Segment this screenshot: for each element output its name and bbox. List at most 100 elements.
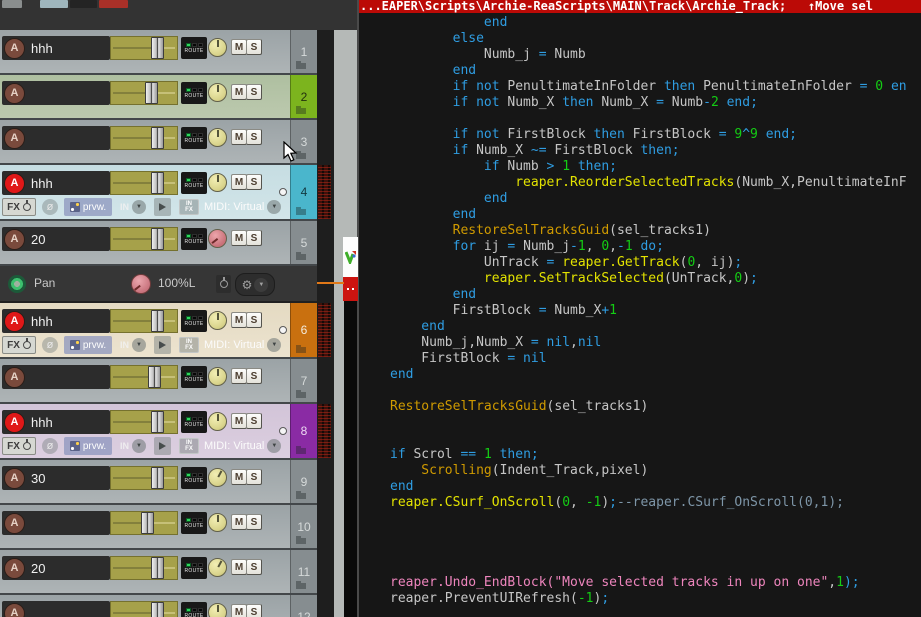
fader-handle[interactable] [151, 127, 165, 149]
fx-button[interactable]: FX [2, 336, 36, 354]
pan-knob[interactable] [208, 83, 227, 102]
track-row-11[interactable]: A 20 ROUTE M S 11 [0, 550, 317, 595]
track-letter-badge[interactable]: A [4, 411, 25, 433]
route-button[interactable]: ROUTE [181, 172, 207, 194]
fader-handle[interactable] [147, 366, 161, 388]
track-name-box[interactable]: A 20 [2, 556, 110, 580]
chevron-down-icon[interactable]: ▼ [254, 277, 269, 292]
pan-knob[interactable] [208, 173, 227, 192]
toolbar-button-3[interactable] [70, 0, 97, 8]
fader-handle[interactable] [151, 411, 165, 433]
prvw-button[interactable]: prvw. [64, 336, 112, 354]
mute-button[interactable]: M [231, 174, 247, 190]
solo-button[interactable]: S [246, 174, 262, 190]
fader-handle[interactable] [151, 172, 165, 194]
volume-fader[interactable] [110, 36, 178, 60]
fx-button[interactable]: FX [2, 198, 36, 216]
monitor-button[interactable] [154, 198, 171, 216]
track-number[interactable]: 12 [290, 595, 317, 617]
fader-handle[interactable] [151, 37, 165, 59]
track-number[interactable]: 10 [290, 505, 317, 548]
midi-dropdown-icon[interactable]: ▼ [267, 200, 282, 214]
route-button[interactable]: ROUTE [181, 82, 207, 104]
input-dropdown-icon[interactable]: ▼ [132, 439, 146, 453]
pan-knob[interactable] [208, 367, 227, 386]
track-number[interactable]: 11 [290, 550, 317, 593]
mute-button[interactable]: M [231, 559, 247, 575]
envelope-power-button[interactable] [216, 275, 231, 293]
gear-icon[interactable]: ⚙ [242, 279, 253, 291]
monitor-button[interactable] [154, 437, 171, 455]
fader-handle[interactable] [145, 82, 159, 104]
track-name-box[interactable]: A [2, 365, 110, 389]
toolbar-button-1[interactable] [2, 0, 22, 8]
route-button[interactable]: ROUTE [181, 602, 207, 617]
track-number[interactable]: 6 [290, 303, 317, 357]
route-button[interactable]: ROUTE [181, 557, 207, 579]
volume-fader[interactable] [110, 511, 178, 535]
pan-knob[interactable] [208, 128, 227, 147]
mute-button[interactable]: M [231, 39, 247, 55]
volume-fader[interactable] [110, 81, 178, 105]
solo-button[interactable]: S [246, 469, 262, 485]
volume-fader[interactable] [110, 309, 178, 333]
mute-button[interactable]: M [231, 514, 247, 530]
track-number[interactable]: 9 [290, 460, 317, 503]
solo-button[interactable]: S [246, 514, 262, 530]
pan-knob[interactable] [208, 603, 227, 617]
track-letter-badge[interactable]: A [4, 467, 25, 489]
pan-knob[interactable] [208, 468, 227, 487]
track-letter-badge[interactable]: A [4, 37, 25, 59]
input-fx-badge[interactable]: IN FX [179, 199, 199, 215]
solo-button[interactable]: S [246, 39, 262, 55]
track-row-7[interactable]: A ROUTE M S 7 [0, 359, 317, 404]
track-name-box[interactable]: Ahhh [2, 171, 110, 195]
track-row-2[interactable]: A ROUTE M S 2 [0, 75, 317, 120]
record-arm-circle[interactable] [279, 427, 287, 435]
fader-handle[interactable] [151, 310, 165, 332]
solo-button[interactable]: S [246, 604, 262, 617]
fader-handle[interactable] [151, 228, 165, 250]
solo-button[interactable]: S [246, 559, 262, 575]
mute-button[interactable]: M [231, 312, 247, 328]
input-dropdown-icon[interactable]: ▼ [132, 338, 146, 352]
track-number[interactable]: 8 [290, 404, 317, 458]
track-name-box[interactable]: A 30 [2, 466, 110, 490]
fader-handle[interactable] [151, 557, 165, 579]
fader-handle[interactable] [141, 512, 155, 534]
power-icon[interactable] [22, 203, 31, 211]
track-number[interactable]: 4 [290, 165, 317, 219]
track-letter-badge[interactable]: A [4, 228, 25, 250]
track-row-1[interactable]: Ahhh ROUTE M S 1 [0, 30, 317, 75]
editor-title-bar[interactable]: ...EAPER\Scripts\Archie-ReaScripts\MAIN\… [359, 0, 921, 13]
midi-dropdown-icon[interactable]: ▼ [267, 439, 282, 453]
volume-fader[interactable] [110, 227, 178, 251]
track-row-12[interactable]: A ROUTE M S 12 [0, 595, 317, 617]
mute-button[interactable]: M [231, 413, 247, 429]
toolbar-button-4[interactable] [99, 0, 128, 8]
input-dropdown-icon[interactable]: ▼ [132, 200, 146, 214]
code-area[interactable]: end else Numb_j = Numb end if not Penult… [390, 15, 921, 617]
fader-handle[interactable] [151, 602, 165, 617]
track-name-box[interactable]: A [2, 601, 110, 617]
track-letter-badge[interactable]: A [4, 366, 25, 388]
bypass-icon[interactable]: ø [42, 199, 58, 215]
solo-button[interactable]: S [246, 368, 262, 384]
volume-fader[interactable] [110, 171, 178, 195]
monitor-button[interactable] [154, 336, 171, 354]
input-fx-badge[interactable]: IN FX [179, 438, 199, 454]
track-row-5[interactable]: A 20 ROUTE M S 5 [0, 221, 317, 266]
bypass-icon[interactable]: ø [42, 438, 58, 454]
input-fx-badge[interactable]: IN FX [179, 337, 199, 353]
route-button[interactable]: ROUTE [181, 310, 207, 332]
pan-envelope-lane[interactable]: Pan 100%L ⚙ ▼ [0, 266, 317, 303]
volume-fader[interactable] [110, 126, 178, 150]
pan-knob[interactable] [208, 558, 227, 577]
track-name-box[interactable]: A 20 [2, 227, 110, 251]
pan-knob[interactable] [208, 38, 227, 57]
mute-button[interactable]: M [231, 129, 247, 145]
track-letter-badge[interactable]: A [4, 602, 25, 617]
volume-fader[interactable] [110, 365, 178, 389]
solo-button[interactable]: S [246, 312, 262, 328]
prvw-button[interactable]: prvw. [64, 437, 112, 455]
